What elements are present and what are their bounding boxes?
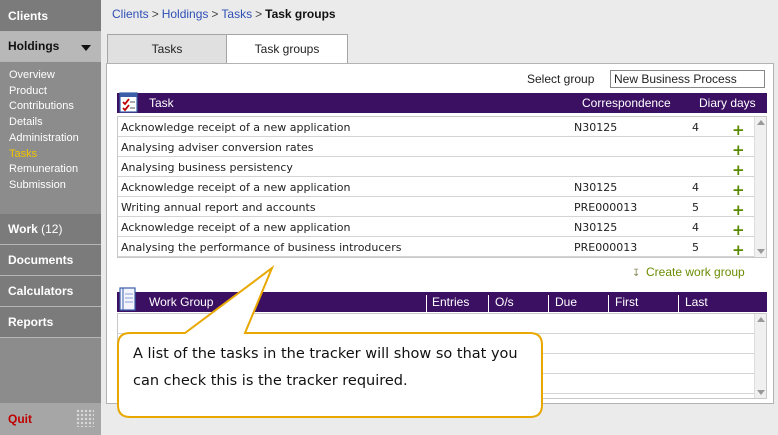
subnav-tasks[interactable]: Tasks	[9, 147, 101, 163]
column-divider	[488, 295, 489, 315]
col-last[interactable]: Last	[685, 295, 708, 309]
column-divider	[678, 295, 679, 315]
work-count-badge: (12)	[41, 222, 63, 236]
work-group-scrollbar[interactable]	[754, 314, 766, 398]
nav-reports[interactable]: Reports	[0, 307, 101, 338]
task-diary-days: 4	[692, 181, 699, 194]
task-name: Acknowledge receipt of a new application	[121, 221, 351, 234]
task-correspondence: N30125	[574, 221, 618, 234]
nav-holdings-label: Holdings	[8, 39, 60, 53]
scroll-up-icon[interactable]	[757, 120, 765, 125]
breadcrumb-separator: >	[151, 7, 159, 21]
task-name: Acknowledge receipt of a new application	[121, 181, 351, 194]
work-group-table-header: Work Group Entries O/s Due First Last	[117, 287, 767, 315]
sidebar: Clients Holdings Overview Product Contri…	[0, 0, 101, 435]
task-correspondence: PRE000013	[574, 201, 638, 214]
task-name: Analysing business persistency	[121, 161, 293, 174]
tab-task-groups[interactable]: Task groups	[226, 34, 348, 64]
subnav-details[interactable]: Details	[9, 115, 101, 131]
task-diary-days: 5	[692, 201, 699, 214]
task-diary-days: 5	[692, 241, 699, 254]
table-row[interactable]: Analysing business persistency +	[118, 157, 754, 179]
col-outstanding[interactable]: O/s	[495, 295, 514, 309]
task-name: Writing annual report and accounts	[121, 201, 316, 214]
create-work-group-icon: ↧	[632, 268, 641, 279]
breadcrumb-separator: >	[211, 7, 219, 21]
table-row[interactable]: Writing annual report and accounts PRE00…	[118, 197, 754, 219]
grip-icon	[76, 409, 94, 427]
create-work-group-link[interactable]: ↧ Create work group	[632, 265, 745, 279]
task-list-scrollbar[interactable]	[754, 117, 766, 257]
col-entries[interactable]: Entries	[432, 295, 469, 309]
table-row[interactable]: Analysing adviser conversion rates +	[118, 137, 754, 159]
nav-reports-label: Reports	[8, 315, 54, 329]
task-diary-days: 4	[692, 121, 699, 134]
task-correspondence: PRE000013	[574, 241, 638, 254]
breadcrumb-clients[interactable]: Clients	[112, 7, 149, 21]
nav-documents-label: Documents	[8, 253, 74, 267]
table-row[interactable]: Acknowledge receipt of a new application…	[118, 117, 754, 139]
task-correspondence: N30125	[574, 181, 618, 194]
col-correspondence[interactable]: Correspondence	[582, 96, 671, 110]
add-icon[interactable]: +	[732, 241, 745, 257]
subnav-submission[interactable]: Submission	[9, 178, 101, 194]
task-checklist-icon	[119, 92, 138, 113]
column-divider	[426, 295, 427, 315]
breadcrumb-separator: >	[255, 7, 263, 21]
nav-clients-label: Clients	[8, 9, 49, 23]
subnav-contributions[interactable]: Contributions	[9, 99, 101, 115]
subnav-remuneration[interactable]: Remuneration	[9, 162, 101, 178]
select-group-input[interactable]: New Business Process	[610, 70, 765, 88]
nav-work[interactable]: Work (12)	[0, 214, 101, 245]
scroll-up-icon[interactable]	[757, 317, 765, 322]
task-table-header: Task Correspondence Diary days	[117, 92, 767, 113]
col-task[interactable]: Task	[149, 96, 174, 110]
col-work-group[interactable]: Work Group	[149, 295, 213, 309]
breadcrumb-tasks[interactable]: Tasks	[221, 7, 252, 21]
scroll-down-icon[interactable]	[757, 249, 765, 254]
col-first[interactable]: First	[615, 295, 638, 309]
col-diary-days[interactable]: Diary days	[699, 96, 756, 110]
nav-documents[interactable]: Documents	[0, 245, 101, 276]
task-name: Analysing adviser conversion rates	[121, 141, 314, 154]
holdings-subnav: Overview Product Contributions Details A…	[0, 62, 101, 214]
column-divider	[608, 295, 609, 315]
tab-tasks[interactable]: Tasks	[107, 34, 227, 63]
subnav-overview[interactable]: Overview	[9, 68, 101, 84]
breadcrumb-holdings[interactable]: Holdings	[162, 7, 209, 21]
breadcrumb-current: Task groups	[265, 7, 336, 21]
column-divider	[548, 295, 549, 315]
work-group-book-icon	[119, 287, 136, 311]
table-row[interactable]: Analysing the performance of business in…	[118, 237, 754, 257]
select-group-label: Select group	[527, 72, 595, 86]
nav-holdings[interactable]: Holdings	[0, 32, 101, 62]
breadcrumb: Clients > Holdings > Tasks > Task groups	[112, 7, 336, 21]
nav-calculators-label: Calculators	[8, 284, 74, 298]
create-work-group-label: Create work group	[646, 265, 745, 279]
scroll-down-icon[interactable]	[757, 390, 765, 395]
col-due[interactable]: Due	[555, 295, 577, 309]
list-item[interactable]	[118, 314, 754, 334]
table-row[interactable]: Acknowledge receipt of a new application…	[118, 217, 754, 239]
nav-work-label: Work	[8, 222, 38, 236]
task-list: Acknowledge receipt of a new application…	[117, 116, 767, 258]
table-row[interactable]: Acknowledge receipt of a new application…	[118, 177, 754, 199]
task-name: Acknowledge receipt of a new application	[121, 121, 351, 134]
task-correspondence: N30125	[574, 121, 618, 134]
subnav-product[interactable]: Product	[9, 84, 101, 100]
task-diary-days: 4	[692, 221, 699, 234]
quit-label: Quit	[8, 412, 32, 426]
quit-button[interactable]: Quit	[0, 403, 101, 435]
chevron-down-icon	[81, 45, 91, 51]
subnav-administration[interactable]: Administration	[9, 131, 101, 147]
task-name: Analysing the performance of business in…	[121, 241, 402, 254]
nav-calculators[interactable]: Calculators	[0, 276, 101, 307]
nav-clients[interactable]: Clients	[0, 0, 101, 32]
callout-text: A list of the tasks in the tracker will …	[133, 346, 518, 389]
